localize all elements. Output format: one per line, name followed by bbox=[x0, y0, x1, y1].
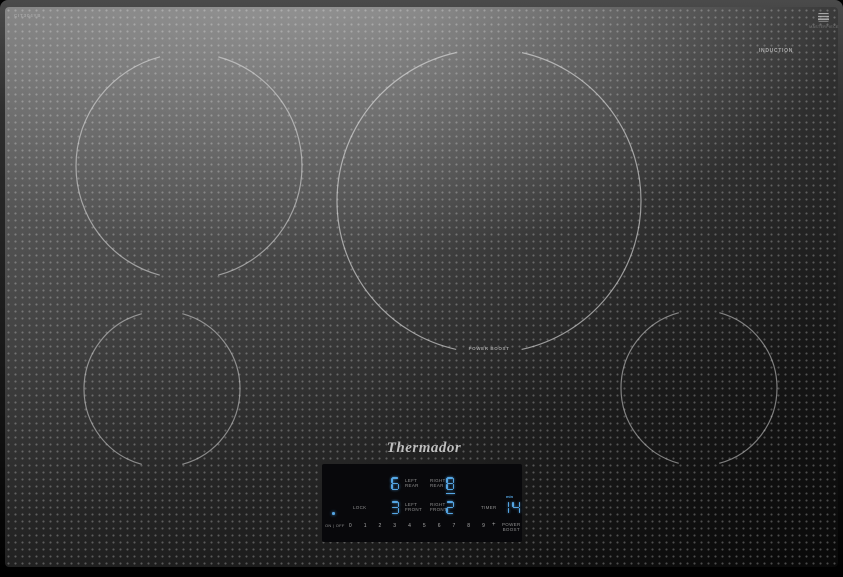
left-front-label: LEFT FRONT bbox=[405, 502, 422, 512]
number-key[interactable]: 1 bbox=[358, 523, 373, 529]
number-key[interactable]: 0 bbox=[343, 523, 358, 529]
lock-key[interactable]: LOCK bbox=[353, 505, 366, 510]
zone-ring-right-rear bbox=[337, 49, 641, 353]
zone-ring-right-front bbox=[621, 310, 777, 466]
power-indicator-dot bbox=[332, 512, 335, 515]
seven-segment-digit bbox=[391, 501, 399, 514]
left-rear-level-display bbox=[391, 477, 399, 490]
number-key[interactable]: 3 bbox=[387, 523, 402, 529]
left-front-level-display bbox=[391, 501, 399, 514]
left-rear-label: LEFT REAR bbox=[405, 478, 419, 488]
number-key[interactable]: 8 bbox=[461, 523, 476, 529]
number-key-row: 0123456789 bbox=[343, 523, 493, 529]
right-rear-level-display bbox=[446, 477, 454, 490]
number-key[interactable]: 6 bbox=[432, 523, 447, 529]
right-front-label: RIGHT FRONT bbox=[430, 502, 447, 512]
number-key[interactable]: 5 bbox=[417, 523, 432, 529]
seven-segment-digit bbox=[512, 501, 520, 514]
right-front-level-display bbox=[446, 501, 454, 514]
seven-segment-digit bbox=[501, 501, 509, 514]
series-badge-label: MASTERPIECE bbox=[806, 25, 842, 29]
number-key[interactable]: 7 bbox=[447, 523, 462, 529]
power-boost-surface-label: POWER BOOST bbox=[449, 346, 529, 351]
induction-label: INDUCTION bbox=[752, 48, 800, 54]
seven-segment-digit bbox=[446, 477, 454, 490]
number-key[interactable]: 4 bbox=[402, 523, 417, 529]
timer-unit-label: min bbox=[506, 494, 513, 499]
plus-key[interactable]: + bbox=[492, 522, 496, 528]
right-rear-label: RIGHT REAR bbox=[430, 478, 446, 488]
number-key[interactable]: 2 bbox=[373, 523, 388, 529]
timer-key[interactable]: TIMER bbox=[481, 505, 497, 510]
zone-ring-left-front bbox=[84, 311, 240, 467]
on-off-key[interactable]: ON | OFF bbox=[325, 524, 345, 529]
right-rear-boost-indicator bbox=[446, 493, 455, 495]
zone-ring-left-rear bbox=[76, 53, 302, 279]
seven-segment-digit bbox=[391, 477, 399, 490]
seven-segment-digit bbox=[446, 501, 454, 514]
model-code: CIT304YB bbox=[14, 13, 41, 18]
series-badge-icon[interactable] bbox=[818, 13, 829, 22]
timer-display bbox=[501, 501, 520, 514]
brand-logo: Thermador bbox=[364, 440, 484, 457]
power-boost-key[interactable]: POWER BOOST bbox=[502, 522, 521, 532]
number-key[interactable]: 9 bbox=[476, 523, 491, 529]
control-panel: LEFT REAR RIGHT REAR LOCK LEFT FRONT RIG… bbox=[322, 464, 522, 542]
cooktop: CIT304YB MASTERPIECE INDUCTION POWER BOO… bbox=[0, 0, 843, 577]
